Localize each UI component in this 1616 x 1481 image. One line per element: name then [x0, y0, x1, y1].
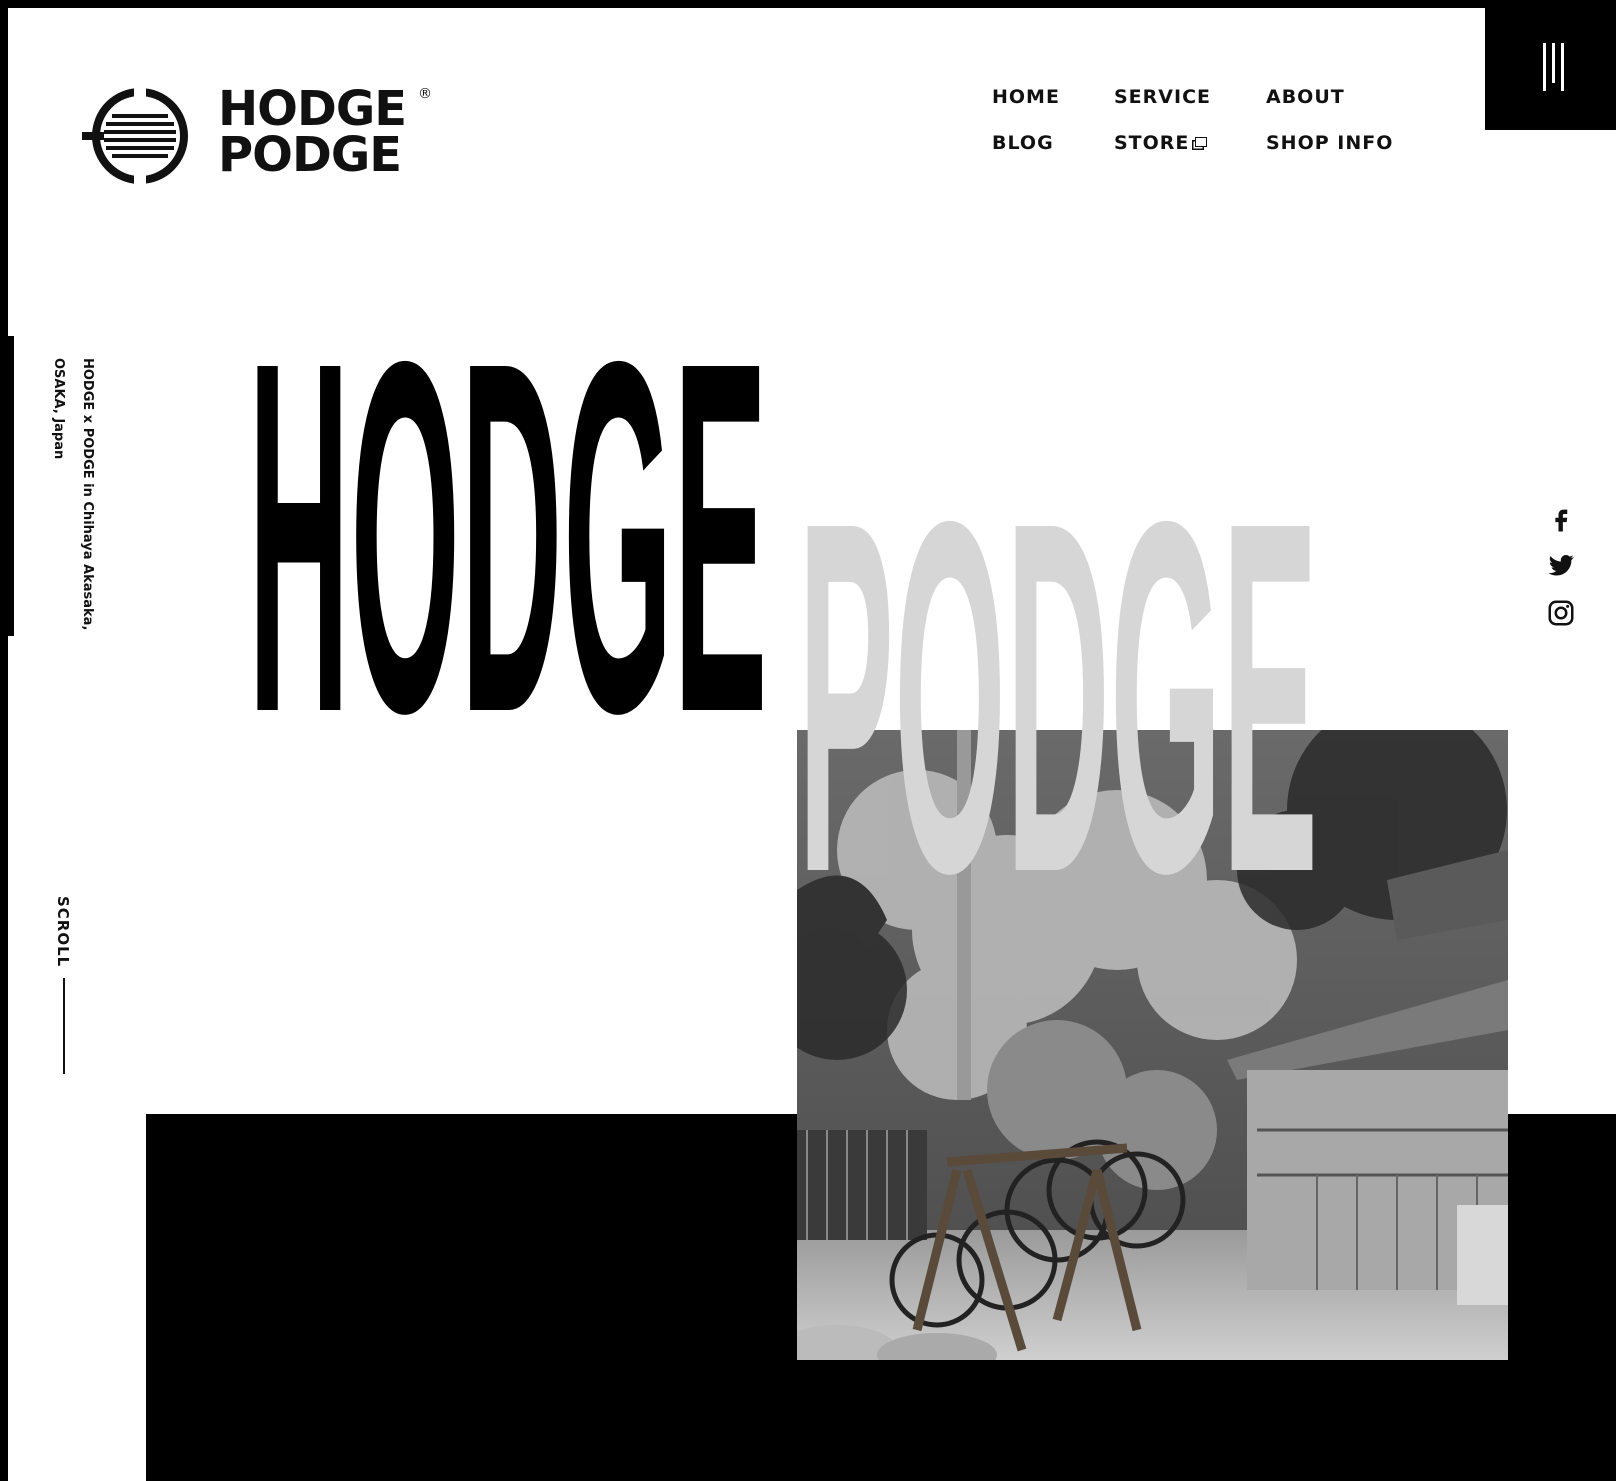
external-link-icon	[1195, 137, 1208, 147]
nav-service[interactable]: SERVICE	[1114, 86, 1211, 108]
menu-line-icon	[1543, 43, 1546, 91]
nav-store-label: STORE	[1114, 132, 1190, 154]
scroll-indicator-line	[63, 978, 65, 1074]
twitter-icon	[1548, 555, 1574, 576]
scroll-label: SCROLL	[54, 896, 72, 968]
nav-about[interactable]: ABOUT	[1266, 86, 1345, 108]
brand-logo[interactable]: HODGE PODGE ®	[82, 80, 442, 190]
nav-home[interactable]: HOME	[990, 86, 1062, 108]
hero-word-hodge-text: HODGE	[248, 338, 768, 718]
facebook-icon	[1555, 509, 1568, 532]
page: HODGE PODGE ® HOME SERVICE ABOUT BLOG ST…	[8, 8, 1616, 1481]
location-line2: OSAKA, Japan	[51, 358, 66, 460]
instagram-link[interactable]	[1546, 598, 1576, 628]
instagram-icon	[1548, 600, 1574, 626]
location-line1: HODGE x PODGE in Chihaya Akasaka,	[80, 358, 95, 631]
nav-store[interactable]: STORE	[1114, 132, 1208, 154]
nav-about-label: ABOUT	[1266, 86, 1345, 108]
logo-line1: HODGE	[218, 81, 407, 137]
logo-line2: PODGE	[218, 127, 402, 183]
nav-blog-label: BLOG	[992, 132, 1054, 154]
menu-line-icon	[1561, 43, 1564, 91]
facebook-link[interactable]	[1546, 504, 1576, 534]
hero-word-hodge: HODGE	[248, 338, 768, 718]
logo-mark-icon	[82, 86, 188, 186]
nav-shop-info-label: SHOP INFO	[1266, 132, 1394, 154]
menu-button[interactable]	[1485, 8, 1616, 130]
side-accent-bar	[8, 336, 14, 636]
nav-blog[interactable]: BLOG	[992, 132, 1054, 154]
nav-home-label: HOME	[992, 86, 1060, 108]
hero-word-podge: PODGE	[798, 498, 1318, 878]
menu-line-icon	[1552, 43, 1555, 83]
twitter-link[interactable]	[1546, 550, 1576, 580]
nav-shop-info[interactable]: SHOP INFO	[1266, 132, 1393, 154]
hero-word-podge-text: PODGE	[798, 498, 1318, 878]
registered-mark: ®	[418, 86, 432, 102]
logo-wordmark: HODGE PODGE	[218, 81, 407, 183]
nav-service-label: SERVICE	[1114, 86, 1211, 108]
